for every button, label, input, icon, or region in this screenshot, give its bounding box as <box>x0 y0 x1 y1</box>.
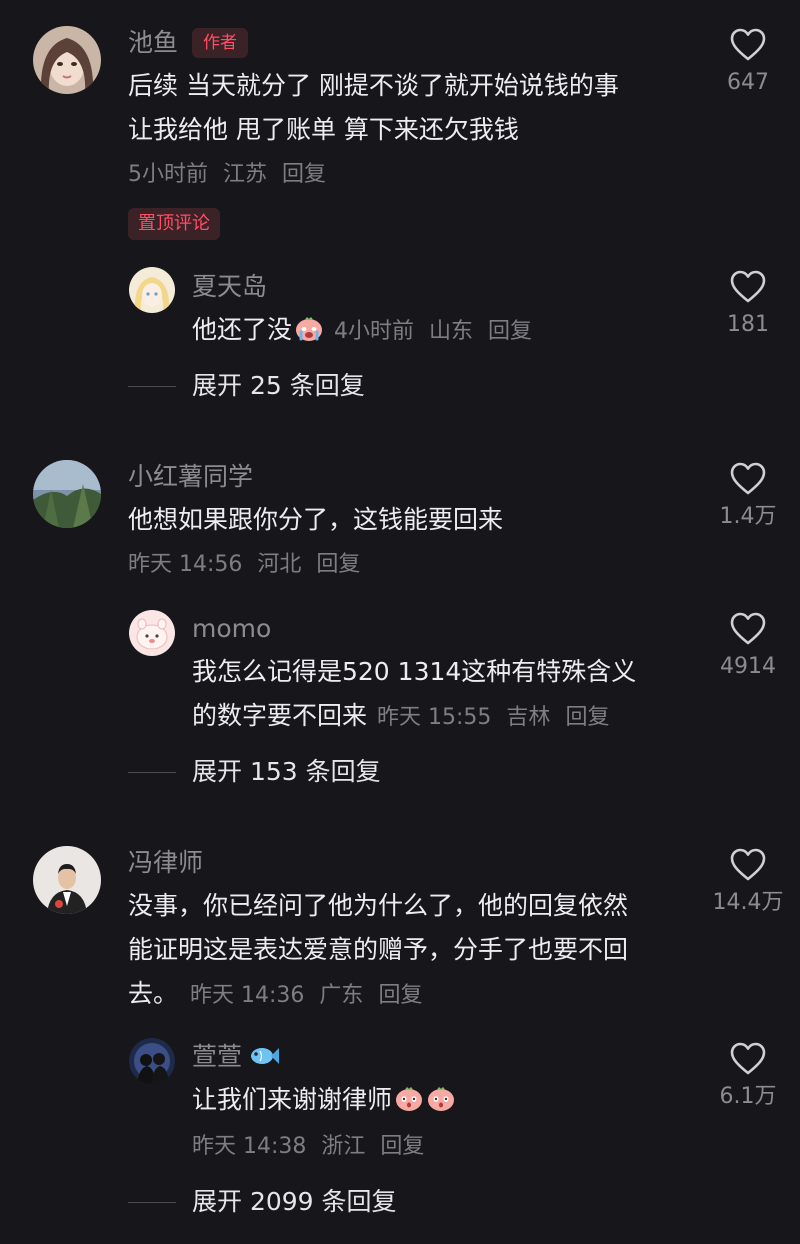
reply-button[interactable]: 回复 <box>565 705 609 730</box>
expand-replies-label: 展开 2099 条回复 <box>192 1187 397 1216</box>
comment-time: 5小时前 <box>128 162 208 187</box>
like-count: 14.4万 <box>712 890 784 915</box>
expand-replies-label: 展开 25 条回复 <box>192 371 365 400</box>
divider <box>128 1202 176 1203</box>
avatar[interactable] <box>33 460 101 528</box>
reply-button[interactable]: 回复 <box>316 552 360 577</box>
reply-location: 浙江 <box>321 1134 366 1159</box>
like-button[interactable]: 647 <box>688 28 800 98</box>
heart-outline-icon <box>730 612 766 645</box>
reply-text: 让我们来谢谢律师 <box>192 1078 456 1122</box>
like-count: 647 <box>727 70 769 95</box>
reply-button[interactable]: 回复 <box>378 983 422 1008</box>
comment-username[interactable]: 小红薯同学 <box>128 460 253 494</box>
avatar[interactable] <box>129 610 175 656</box>
comment-text: 没事，你已经问了他为什么了，他的回复依然 能证明这是表达爱意的赠予，分手了也要不… <box>128 891 629 1008</box>
peach-emoji-icon <box>396 1087 423 1111</box>
avatar[interactable] <box>33 26 101 94</box>
like-button[interactable]: 4914 <box>688 612 800 682</box>
reply-button[interactable]: 回复 <box>282 162 326 187</box>
comment-username[interactable]: 池鱼 作者 <box>128 26 249 60</box>
comment-text: 他想如果跟你分了，这钱能要回来 <box>128 505 504 534</box>
comment-time: 昨天 14:56 <box>128 552 243 577</box>
like-count: 181 <box>727 312 769 337</box>
heart-outline-icon <box>730 1042 766 1075</box>
reply-username[interactable]: 夏天岛 <box>192 270 267 304</box>
like-count: 1.4万 <box>719 504 777 529</box>
pinned-badge: 置顶评论 <box>128 208 220 240</box>
avatar[interactable] <box>129 1038 175 1084</box>
comment-location: 河北 <box>257 552 302 577</box>
heart-outline-icon <box>730 28 766 61</box>
avatar[interactable] <box>33 846 101 914</box>
expand-replies-label: 展开 153 条回复 <box>192 757 381 786</box>
like-button[interactable]: 181 <box>688 270 800 340</box>
reply-time: 昨天 15:55 <box>377 705 492 730</box>
like-button[interactable]: 6.1万 <box>688 1042 800 1112</box>
avatar[interactable] <box>129 267 175 313</box>
comment-username[interactable]: 冯律师 <box>128 846 203 880</box>
reply-meta: 昨天 14:38 浙江 回复 <box>192 1132 424 1162</box>
reply-button[interactable]: 回复 <box>380 1134 424 1159</box>
reply-username[interactable]: 萱萱 <box>192 1040 280 1074</box>
heart-outline-icon <box>730 848 766 881</box>
like-button[interactable]: 14.4万 <box>688 848 800 918</box>
reply-time: 昨天 14:38 <box>192 1134 307 1159</box>
comment-meta: 5小时前 江苏 回复 <box>128 160 326 190</box>
like-count: 4914 <box>720 654 776 679</box>
heart-outline-icon <box>730 462 766 495</box>
divider <box>128 772 176 773</box>
crying-emoji-icon <box>296 317 323 341</box>
peach-emoji-icon <box>428 1087 455 1111</box>
divider <box>128 386 176 387</box>
heart-outline-icon <box>730 270 766 303</box>
reply-time: 4小时前 <box>334 319 415 344</box>
reply-text: 他还了没 4小时前 山东 回复 <box>192 315 533 344</box>
reply-text: 我怎么记得是520 1314这种有特殊含义 的数字要不回来 昨天 15:55 吉林… <box>192 657 637 730</box>
fish-icon <box>251 1048 280 1064</box>
like-button[interactable]: 1.4万 <box>688 462 800 532</box>
reply-location: 山东 <box>429 319 474 344</box>
reply-location: 吉林 <box>506 705 551 730</box>
like-count: 6.1万 <box>719 1084 777 1109</box>
comment-location: 江苏 <box>223 162 268 187</box>
author-badge: 作者 <box>192 28 249 58</box>
comment-time: 昨天 14:36 <box>190 983 305 1008</box>
comment-meta: 昨天 14:56 河北 回复 <box>128 550 360 580</box>
comment-text: 后续 当天就分了 刚提不谈了就开始说钱的事 让我给他 甩了账单 算下来还欠我钱 <box>128 71 619 144</box>
reply-button[interactable]: 回复 <box>488 319 532 344</box>
comment-location: 广东 <box>319 983 364 1008</box>
reply-username[interactable]: momo <box>192 612 271 646</box>
